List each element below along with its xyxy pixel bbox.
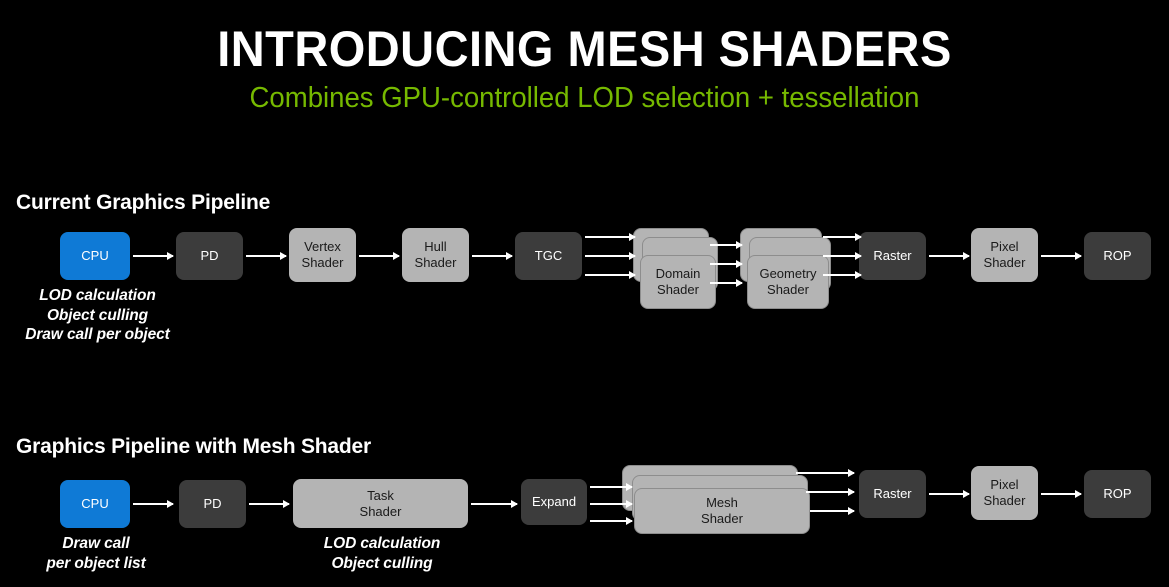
node-pixel-shader-mesh[interactable]: Pixel Shader xyxy=(971,466,1038,520)
arrow-mesh-to-raster-2 xyxy=(806,488,855,496)
arrow-domain-to-geometry-2 xyxy=(710,260,743,268)
node-pixel-shader-current[interactable]: Pixel Shader xyxy=(971,228,1038,282)
arrow-cpu-to-pd-mesh xyxy=(133,500,174,508)
node-raster-current[interactable]: Raster xyxy=(859,232,926,280)
arrow-vertex-to-hull-shader xyxy=(359,252,400,260)
node-pd-current[interactable]: PD xyxy=(176,232,243,280)
node-vertex-shader[interactable]: Vertex Shader xyxy=(289,228,356,282)
arrow-expand-to-mesh-2 xyxy=(590,500,633,508)
arrow-tgc-to-domain-3 xyxy=(585,271,636,279)
arrow-pd-to-task-shader xyxy=(249,500,290,508)
arrow-pixel-shader-to-rop-current xyxy=(1041,252,1082,260)
caption-cpu-current: LOD calculation Object culling Draw call… xyxy=(25,287,170,343)
node-domain-shader[interactable]: Domain Shader xyxy=(640,255,716,309)
arrow-geometry-to-raster-1 xyxy=(823,233,862,241)
arrow-pd-to-vertex-shader xyxy=(246,252,287,260)
caption-cpu-mesh: Draw call per object list xyxy=(46,535,146,572)
arrow-geometry-to-raster-2 xyxy=(823,252,862,260)
arrow-cpu-to-pd-current xyxy=(133,252,174,260)
arrow-domain-to-geometry-1 xyxy=(710,241,743,249)
node-rop-current[interactable]: ROP xyxy=(1084,232,1151,280)
arrow-pixel-shader-to-rop-mesh xyxy=(1041,490,1082,498)
node-expand[interactable]: Expand xyxy=(521,479,587,525)
caption-task-shader: LOD calculation Object culling xyxy=(323,535,441,572)
node-task-shader[interactable]: Task Shader xyxy=(293,479,468,528)
arrow-mesh-to-raster-1 xyxy=(796,469,855,477)
arrow-raster-to-pixel-shader-mesh xyxy=(929,490,970,498)
section-heading-current-pipeline: Current Graphics Pipeline xyxy=(16,191,271,214)
node-pd-mesh[interactable]: PD xyxy=(179,480,246,528)
arrow-hull-to-tgc xyxy=(472,252,513,260)
arrow-geometry-to-raster-3 xyxy=(823,271,862,279)
node-raster-mesh[interactable]: Raster xyxy=(859,470,926,518)
node-cpu-mesh[interactable]: CPU xyxy=(60,480,130,528)
arrow-task-shader-to-expand xyxy=(471,500,518,508)
page-title: INTRODUCING MESH SHADERS xyxy=(217,21,952,77)
node-rop-mesh[interactable]: ROP xyxy=(1084,470,1151,518)
arrow-domain-to-geometry-3 xyxy=(710,279,743,287)
node-tgc[interactable]: TGC xyxy=(515,232,582,280)
arrow-tgc-to-domain-1 xyxy=(585,233,636,241)
arrow-raster-to-pixel-shader-current xyxy=(929,252,970,260)
section-heading-mesh-pipeline: Graphics Pipeline with Mesh Shader xyxy=(16,435,371,458)
arrow-expand-to-mesh-1 xyxy=(590,483,633,491)
page-subtitle: Combines GPU-controlled LOD selection + … xyxy=(249,82,920,114)
slide-canvas: INTRODUCING MESH SHADERS Combines GPU-co… xyxy=(0,0,1169,587)
arrow-mesh-to-raster-3 xyxy=(810,507,855,515)
node-mesh-shader[interactable]: Mesh Shader xyxy=(634,488,810,534)
node-cpu-current[interactable]: CPU xyxy=(60,232,130,280)
arrow-expand-to-mesh-3 xyxy=(590,517,633,525)
node-geometry-shader[interactable]: Geometry Shader xyxy=(747,255,829,309)
arrow-tgc-to-domain-2 xyxy=(585,252,636,260)
node-hull-shader[interactable]: Hull Shader xyxy=(402,228,469,282)
